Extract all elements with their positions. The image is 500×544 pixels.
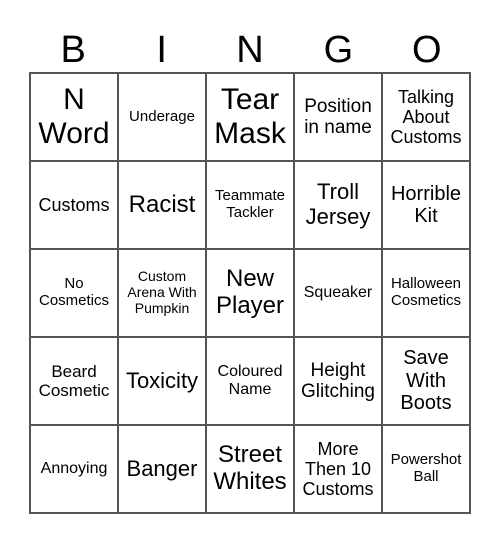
bingo-cell[interactable]: Position in name <box>294 73 382 161</box>
bingo-cell[interactable]: Powershot Ball <box>382 425 470 513</box>
bingo-cell[interactable]: Toxicity <box>118 337 206 425</box>
bingo-cell[interactable]: Coloured Name <box>206 337 294 425</box>
bingo-cell[interactable]: Troll Jersey <box>294 161 382 249</box>
bingo-header: B I N G O <box>29 28 471 72</box>
bingo-cell[interactable]: Custom Arena With Pumpkin <box>118 249 206 337</box>
bingo-cell[interactable]: Banger <box>118 425 206 513</box>
header-letter-o: O <box>412 29 442 71</box>
bingo-cell[interactable]: Beard Cosmetic <box>30 337 118 425</box>
bingo-cell[interactable]: Squeaker <box>294 249 382 337</box>
bingo-cell[interactable]: Tear Mask <box>206 73 294 161</box>
bingo-cell[interactable]: More Then 10 Customs <box>294 425 382 513</box>
header-letter-i: I <box>156 29 167 71</box>
bingo-cell[interactable]: Street Whites <box>206 425 294 513</box>
bingo-cell[interactable]: Annoying <box>30 425 118 513</box>
bingo-grid: N Word Underage Tear Mask Position in na… <box>29 72 471 514</box>
bingo-cell[interactable]: Horrible Kit <box>382 161 470 249</box>
bingo-cell[interactable]: Racist <box>118 161 206 249</box>
bingo-cell[interactable]: Height Glitching <box>294 337 382 425</box>
bingo-cell[interactable]: N Word <box>30 73 118 161</box>
bingo-cell[interactable]: Underage <box>118 73 206 161</box>
bingo-cell[interactable]: Save With Boots <box>382 337 470 425</box>
bingo-cell[interactable]: Halloween Cosmetics <box>382 249 470 337</box>
bingo-cell[interactable]: No Cosmetics <box>30 249 118 337</box>
header-letter-n: N <box>236 29 264 71</box>
bingo-cell[interactable]: Talking About Customs <box>382 73 470 161</box>
bingo-cell[interactable]: New Player <box>206 249 294 337</box>
header-letter-b: B <box>60 29 86 71</box>
bingo-cell[interactable]: Customs <box>30 161 118 249</box>
bingo-cell[interactable]: Teammate Tackler <box>206 161 294 249</box>
header-letter-g: G <box>323 29 354 71</box>
